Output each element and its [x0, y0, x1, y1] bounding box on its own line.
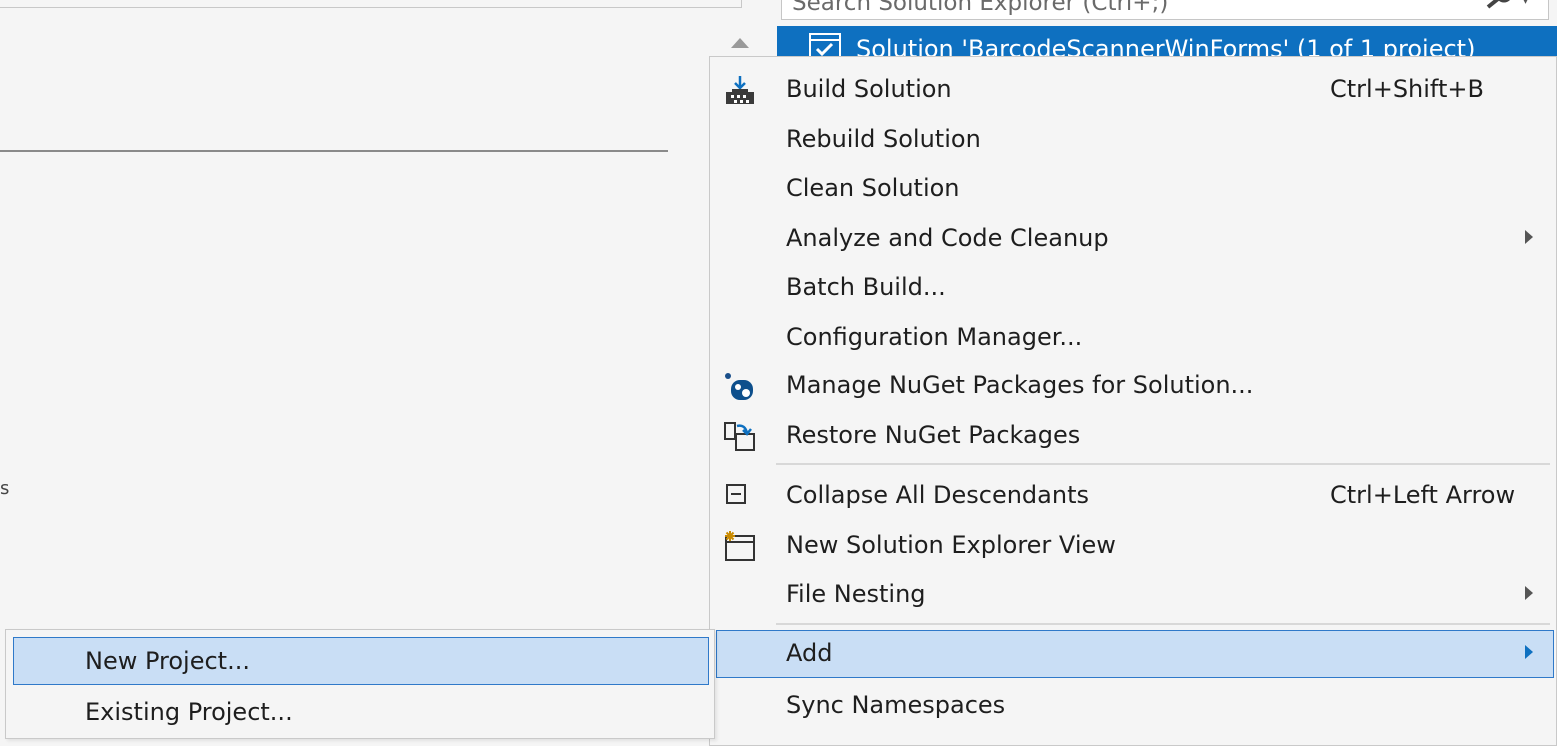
menu-item-shortcut: Ctrl+Left Arrow [1330, 481, 1516, 509]
menu-item-label: Rebuild Solution [786, 125, 981, 153]
menu-item-collapse-all[interactable]: Collapse All Descendants Ctrl+Left Arrow [710, 472, 1556, 520]
menu-item-configuration-manager[interactable]: Configuration Manager... [710, 314, 1556, 362]
build-icon [726, 76, 754, 104]
menu-item-label: File Nesting [786, 580, 926, 608]
menu-item-label: Add [786, 639, 833, 667]
menu-item-sync-namespaces[interactable]: Sync Namespaces [710, 682, 1556, 730]
menu-item-label: Analyze and Code Cleanup [786, 224, 1109, 252]
submenu-arrow-icon [1525, 645, 1533, 659]
nuget-icon [725, 373, 753, 400]
menu-item-label: Configuration Manager... [786, 323, 1083, 351]
scroll-up-arrow-icon[interactable] [731, 38, 749, 48]
menu-item-file-nesting[interactable]: File Nesting [710, 571, 1556, 619]
menu-item-build-solution[interactable]: Build Solution Ctrl+Shift+B [710, 66, 1556, 114]
solution-context-menu: Build Solution Ctrl+Shift+B Rebuild Solu… [709, 56, 1557, 746]
menu-item-batch-build[interactable]: Batch Build... [710, 264, 1556, 312]
new-view-icon [725, 531, 755, 561]
menu-item-label: Manage NuGet Packages for Solution... [786, 371, 1254, 399]
menu-item-new-solution-explorer-view[interactable]: New Solution Explorer View [710, 522, 1556, 570]
document-header-field [0, 0, 742, 8]
submenu-item-new-project[interactable]: New Project... [13, 637, 709, 685]
divider-line [0, 150, 668, 152]
menu-item-add[interactable]: Add [716, 630, 1554, 678]
menu-separator [776, 463, 1550, 465]
menu-item-label: Collapse All Descendants [786, 481, 1089, 509]
submenu-item-label: Existing Project... [85, 698, 293, 726]
submenu-item-label: New Project... [85, 647, 250, 675]
add-submenu: New Project... Existing Project... [5, 629, 715, 739]
restore-icon [724, 422, 755, 451]
menu-separator [776, 623, 1550, 625]
submenu-arrow-icon [1525, 586, 1533, 600]
menu-item-label: Restore NuGet Packages [786, 421, 1081, 449]
partial-label: s [0, 478, 10, 499]
menu-item-label: Sync Namespaces [786, 691, 1006, 719]
menu-item-shortcut: Ctrl+Shift+B [1330, 75, 1484, 103]
search-placeholder: Search Solution Explorer (Ctrl+;) [792, 0, 1169, 16]
collapse-icon [726, 484, 746, 504]
menu-item-rebuild-solution[interactable]: Rebuild Solution [710, 116, 1556, 164]
menu-item-label: Clean Solution [786, 174, 960, 202]
menu-item-label: New Solution Explorer View [786, 531, 1116, 559]
menu-item-restore-nuget[interactable]: Restore NuGet Packages [710, 412, 1556, 460]
search-options-chevron-icon[interactable]: ▾ [1522, 0, 1529, 8]
submenu-arrow-icon [1525, 230, 1533, 244]
menu-item-label: Batch Build... [786, 273, 946, 301]
menu-item-label: Build Solution [786, 75, 952, 103]
search-icon[interactable] [1484, 0, 1514, 10]
menu-item-analyze-code-cleanup[interactable]: Analyze and Code Cleanup [710, 215, 1556, 263]
menu-item-clean-solution[interactable]: Clean Solution [710, 165, 1556, 213]
menu-item-manage-nuget[interactable]: Manage NuGet Packages for Solution... [710, 362, 1556, 410]
